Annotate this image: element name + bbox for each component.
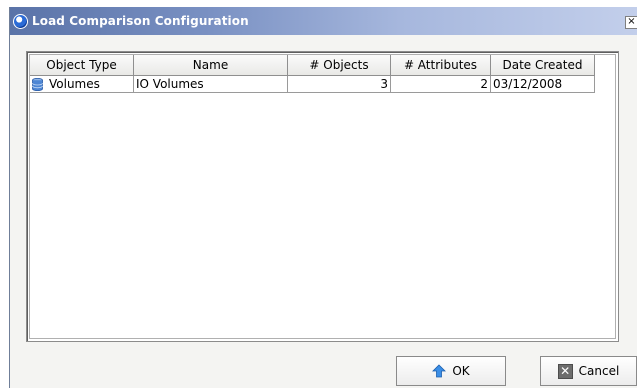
close-button[interactable]: × (625, 16, 637, 29)
object-type-text: Volumes (49, 77, 100, 91)
load-comparison-dialog: Load Comparison Configuration × Object T… (9, 7, 637, 388)
column-header-object-type[interactable]: Object Type (30, 55, 134, 76)
app-logo-icon (13, 14, 28, 29)
cell-object-type: Volumes (30, 76, 134, 93)
cancel-button-label: Cancel (578, 364, 620, 378)
table-header: Object Type Name # Objects # Attributes … (30, 55, 595, 76)
table-row[interactable]: Volumes IO Volumes 3 2 03/12/2008 (30, 76, 595, 93)
close-box-icon: ✕ (557, 363, 573, 379)
volume-db-icon (32, 77, 43, 91)
table-viewport[interactable]: Object Type Name # Objects # Attributes … (29, 54, 616, 339)
column-header-date-created[interactable]: Date Created (491, 55, 595, 76)
up-arrow-icon (432, 364, 447, 378)
dialog-buttons: OK ✕ Cancel (10, 356, 637, 386)
dialog-title: Load Comparison Configuration (32, 14, 249, 28)
cancel-button[interactable]: ✕ Cancel (540, 356, 637, 386)
cell-name: IO Volumes (134, 76, 288, 93)
cell-date-created: 03/12/2008 (491, 76, 595, 93)
cell-objects: 3 (288, 76, 391, 93)
ok-button-label: OK (452, 364, 470, 378)
cell-attributes: 2 (391, 76, 491, 93)
column-header-attributes[interactable]: # Attributes (391, 55, 491, 76)
ok-button[interactable]: OK (396, 356, 506, 386)
column-header-objects[interactable]: # Objects (288, 55, 391, 76)
column-header-name[interactable]: Name (134, 55, 288, 76)
configuration-table: Object Type Name # Objects # Attributes … (26, 51, 619, 342)
title-bar[interactable]: Load Comparison Configuration × (10, 7, 637, 35)
